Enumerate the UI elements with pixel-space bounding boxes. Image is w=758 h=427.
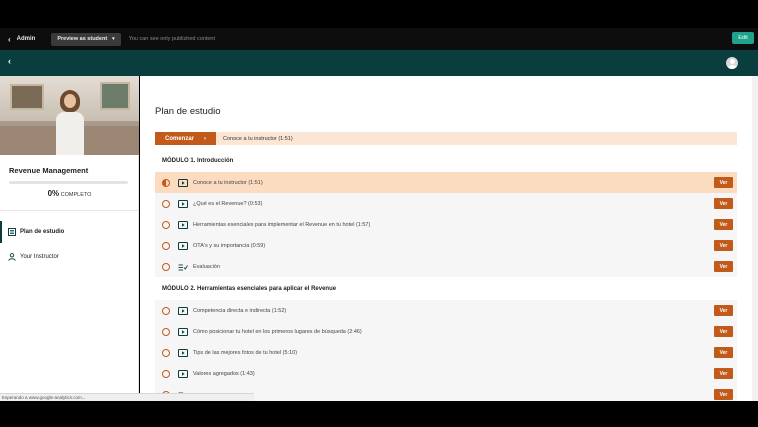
admin-back-link[interactable]: ‹ Admin [8, 35, 35, 44]
photo-face [64, 94, 76, 108]
photo-torso [56, 112, 84, 155]
view-button[interactable]: Ver [714, 261, 733, 272]
progress-circle-icon [162, 306, 170, 315]
start-bar: Comenzar › Conoce a tu instructor (1:51) [155, 132, 737, 145]
sidebar-divider [0, 210, 139, 211]
lesson-title: ¿Qué es el Revenue? (0:53) [193, 200, 263, 207]
course-header: ‹ [0, 50, 758, 76]
view-button[interactable]: Ver [714, 177, 733, 188]
view-button[interactable]: Ver [714, 389, 733, 400]
course-title: Revenue Management [9, 166, 89, 175]
progress-label: COMPLETO [60, 192, 92, 198]
module-title: MÓDULO 1. Introducción [162, 158, 234, 164]
progress-circle-icon [162, 241, 170, 250]
lesson-title: Evaluación [193, 263, 220, 270]
sidebar-item-curriculum[interactable]: Plan de estudio [0, 221, 139, 243]
video-icon [178, 369, 188, 378]
lesson-title: Cómo posicionar tu hotel en los primeros… [193, 328, 362, 335]
progress-circle-icon [162, 369, 170, 378]
sidebar-item-label: Your Instructor [20, 254, 59, 260]
lesson-row[interactable]: Competencia directa e indirecta (1:52) V… [155, 300, 737, 321]
avatar-body [727, 64, 737, 69]
preview-as-student-dropdown[interactable]: Preview as student ▾ [51, 32, 121, 46]
lesson-title: Valores agregados (1:43) [193, 370, 255, 377]
quiz-icon [178, 264, 188, 270]
video-icon [178, 241, 188, 250]
lesson-row[interactable]: Valores agregados (1:43) Ver [155, 363, 737, 384]
progress-circle-icon [162, 262, 170, 271]
view-button[interactable]: Ver [714, 240, 733, 251]
video-icon [178, 220, 188, 229]
browser-status-bar: Esperando a www.google-analytics.com... [0, 393, 254, 401]
progress-bar [9, 181, 128, 184]
view-button[interactable]: Ver [714, 326, 733, 337]
view-button[interactable]: Ver [714, 219, 733, 230]
lesson-title: Herramientas esenciales para implementar… [193, 221, 371, 228]
chevron-down-icon: ▾ [112, 36, 115, 42]
chevron-right-icon: › [204, 135, 206, 142]
video-icon [178, 327, 188, 336]
module-title: MÓDULO 2. Herramientas esenciales para a… [162, 286, 337, 292]
instructor-photo [0, 76, 139, 155]
view-button[interactable]: Ver [714, 198, 733, 209]
view-button[interactable]: Ver [714, 305, 733, 316]
photo-painting [100, 82, 130, 110]
photo-person [56, 90, 84, 155]
video-icon [178, 199, 188, 208]
lesson-row[interactable]: Cómo posicionar tu hotel en los primeros… [155, 321, 737, 342]
view-button[interactable]: Ver [714, 347, 733, 358]
avatar-head [729, 59, 735, 64]
sidebar-item-instructor[interactable]: Your Instructor [0, 246, 139, 268]
page-title: Plan de estudio [155, 106, 221, 117]
lesson-row[interactable]: OTA's y su importancia (0:59) Ver [155, 235, 737, 256]
start-button-label: Comenzar [164, 135, 194, 142]
progress-circle-icon [162, 220, 170, 229]
progress-percent: 0% [47, 189, 60, 198]
lesson-row[interactable]: Evaluación Ver [155, 256, 737, 277]
video-icon [178, 348, 188, 357]
progress-circle-icon [162, 348, 170, 357]
progress-circle-icon [162, 327, 170, 336]
video-icon [178, 306, 188, 315]
start-button[interactable]: Comenzar › [155, 132, 216, 145]
preview-label: Preview as student [57, 36, 108, 42]
avatar[interactable] [726, 57, 738, 69]
progress-circle-icon [162, 199, 170, 208]
scrollbar[interactable] [752, 76, 758, 401]
progress-text: 0% COMPLETO [0, 189, 139, 198]
lesson-row[interactable]: Tips de las mejores fotos de tu hotel (5… [155, 342, 737, 363]
admin-bar: ‹ Admin Preview as student ▾ You can see… [0, 28, 758, 50]
progress-half-icon [162, 178, 170, 187]
view-button[interactable]: Ver [714, 368, 733, 379]
lesson-row[interactable]: Conoce a tu instructor (1:51) Ver [155, 172, 737, 193]
chevron-left-icon: ‹ [8, 34, 11, 44]
lesson-row[interactable]: Herramientas esenciales para implementar… [155, 214, 737, 235]
chevron-left-icon[interactable]: ‹ [8, 56, 11, 66]
video-icon [178, 178, 188, 187]
lesson-title: Competencia directa e indirecta (1:52) [193, 307, 287, 314]
person-icon [8, 253, 16, 261]
lesson-title: OTA's y su importancia (0:59) [193, 242, 266, 249]
screen: ‹ Admin Preview as student ▾ You can see… [0, 0, 758, 427]
lesson-title: Conoce a tu instructor (1:51) [193, 179, 263, 186]
lesson-title: Tips de las mejores fotos de tu hotel (5… [193, 349, 298, 356]
start-lesson-title: Conoce a tu instructor (1:51) [223, 135, 293, 142]
sidebar-item-label: Plan de estudio [20, 229, 65, 235]
preview-note: You can see only published content [128, 36, 216, 42]
curriculum-panel: Plan de estudio Comenzar › Conoce a tu i… [140, 76, 752, 401]
lesson-row[interactable]: ¿Qué es el Revenue? (0:53) Ver [155, 193, 737, 214]
curriculum-icon [8, 228, 16, 236]
sidebar: Revenue Management 0% COMPLETO Plan de e… [0, 76, 139, 401]
admin-label: Admin [16, 36, 36, 42]
edit-button[interactable]: Edit [732, 32, 754, 44]
photo-painting [10, 84, 44, 110]
